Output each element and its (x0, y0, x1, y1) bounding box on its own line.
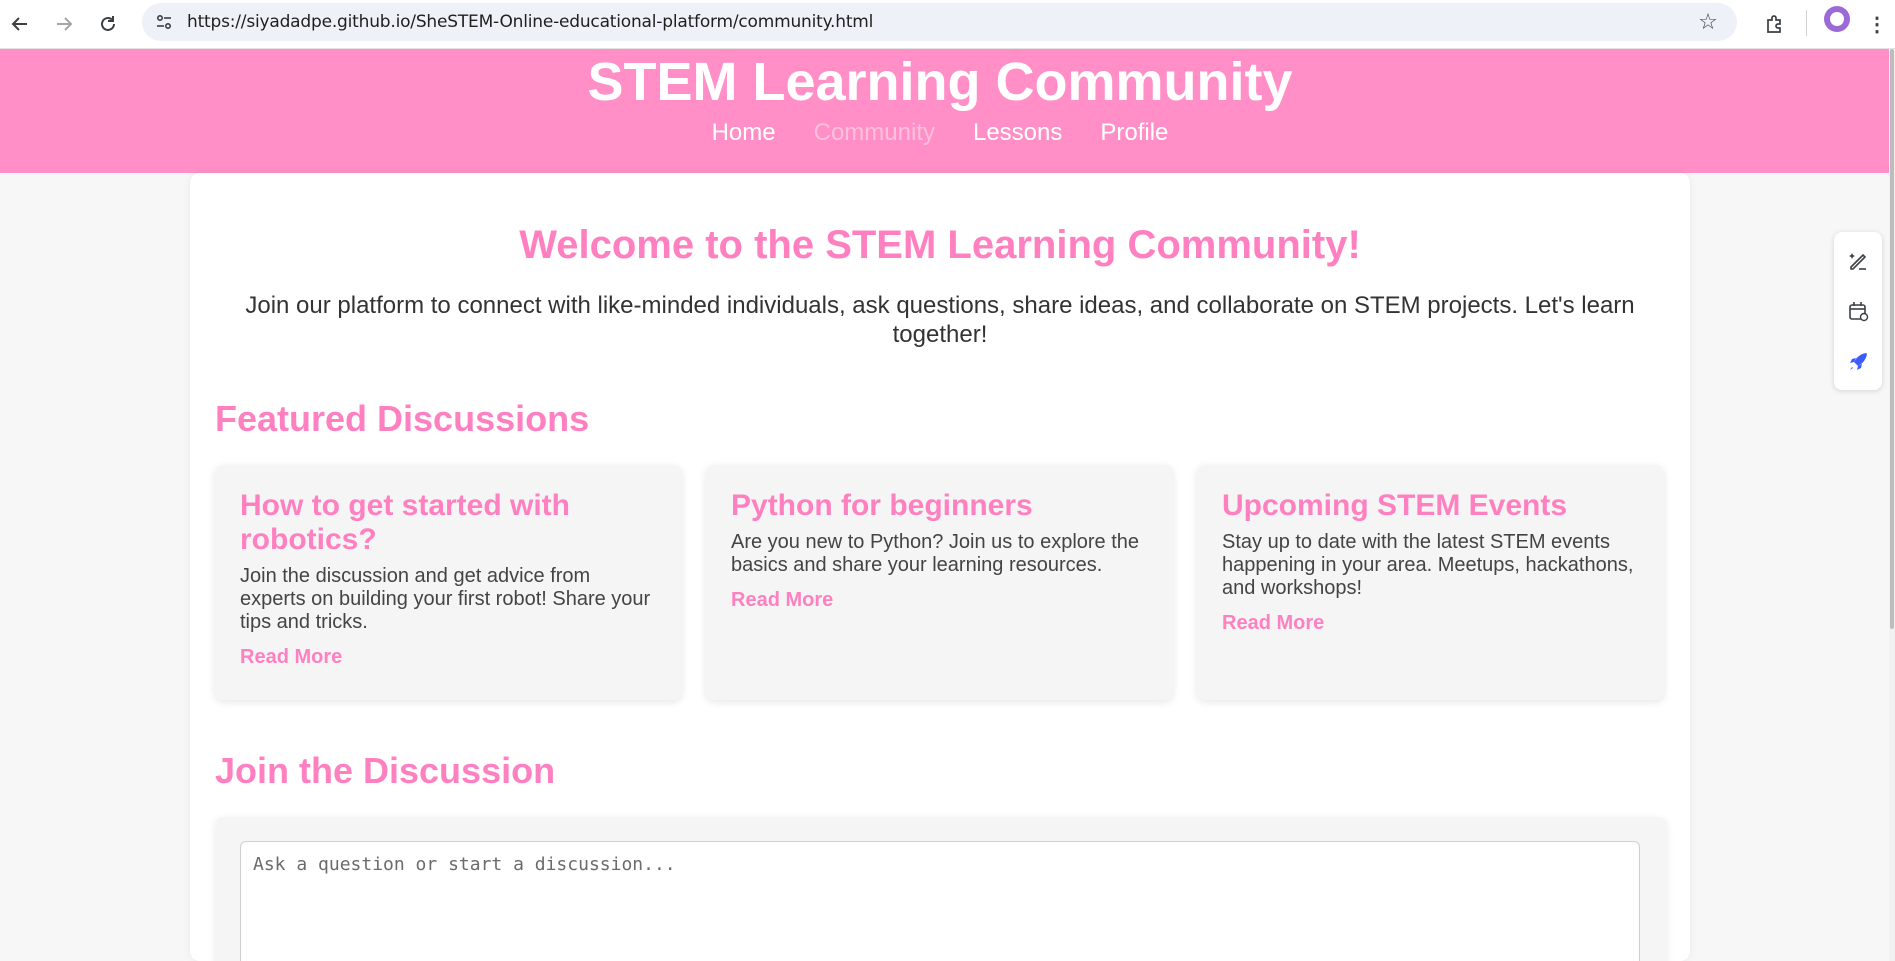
join-discussion-title: Join the Discussion (215, 750, 556, 791)
page-scrollbar[interactable] (1889, 49, 1895, 961)
intro-text: Join our platform to connect with like-m… (245, 292, 1635, 348)
card-body: Stay up to date with the latest STEM eve… (1222, 531, 1634, 599)
rocket-icon[interactable] (1834, 338, 1882, 386)
profile-avatar-icon[interactable] (1824, 6, 1850, 32)
nav-home[interactable]: Home (712, 119, 776, 147)
more-menu-icon[interactable]: ⋮ (1866, 8, 1888, 40)
card-body: Join the discussion and get advice from … (240, 565, 651, 633)
nav-community[interactable]: Community (814, 119, 935, 147)
scrollbar-thumb[interactable] (1890, 49, 1894, 629)
card-title: Python for beginners (731, 489, 1033, 522)
welcome-title: Welcome to the STEM Learning Community! (519, 223, 1361, 267)
card-title: How to get started with robotics? (240, 489, 570, 556)
bookmark-star-icon[interactable]: ☆ (1695, 9, 1721, 35)
card-body: Are you new to Python? Join us to explor… (731, 531, 1140, 576)
url-text[interactable]: https://siyadadpe.github.io/SheSTEM-Onli… (187, 12, 873, 32)
card-title: Upcoming STEM Events (1222, 489, 1568, 522)
floating-toolbar (1834, 232, 1882, 390)
extensions-icon[interactable] (1758, 8, 1790, 40)
site-info-icon[interactable] (150, 8, 178, 36)
browser-toolbar: https://siyadadpe.github.io/SheSTEM-Onli… (0, 0, 1895, 49)
read-more-link[interactable]: Read More (1222, 612, 1324, 635)
discussion-form (215, 817, 1667, 961)
address-bar[interactable]: https://siyadadpe.github.io/SheSTEM-Onli… (142, 3, 1737, 41)
toolbar-divider (1806, 10, 1807, 36)
read-more-link[interactable]: Read More (731, 589, 833, 612)
discussion-textarea[interactable] (240, 841, 1640, 961)
main-nav: Home Community Lessons Profile (0, 119, 1880, 147)
forward-arrow-icon[interactable] (48, 8, 80, 40)
main-container: Welcome to the STEM Learning Community! … (190, 173, 1690, 961)
edit-sparkle-icon[interactable] (1834, 236, 1882, 284)
discussion-card: How to get started with robotics? Join t… (215, 465, 682, 700)
site-header: STEM Learning Community Home Community L… (0, 49, 1889, 173)
site-title: STEM Learning Community (587, 52, 1293, 112)
back-arrow-icon[interactable] (4, 8, 36, 40)
calendar-check-icon[interactable] (1834, 287, 1882, 335)
discussion-card: Upcoming STEM Events Stay up to date wit… (1197, 465, 1664, 700)
nav-lessons[interactable]: Lessons (973, 119, 1062, 147)
reload-icon[interactable] (92, 8, 124, 40)
discussion-card: Python for beginners Are you new to Pyth… (706, 465, 1173, 700)
featured-discussions-title: Featured Discussions (215, 398, 590, 439)
nav-profile[interactable]: Profile (1100, 119, 1168, 147)
read-more-link[interactable]: Read More (240, 646, 342, 669)
